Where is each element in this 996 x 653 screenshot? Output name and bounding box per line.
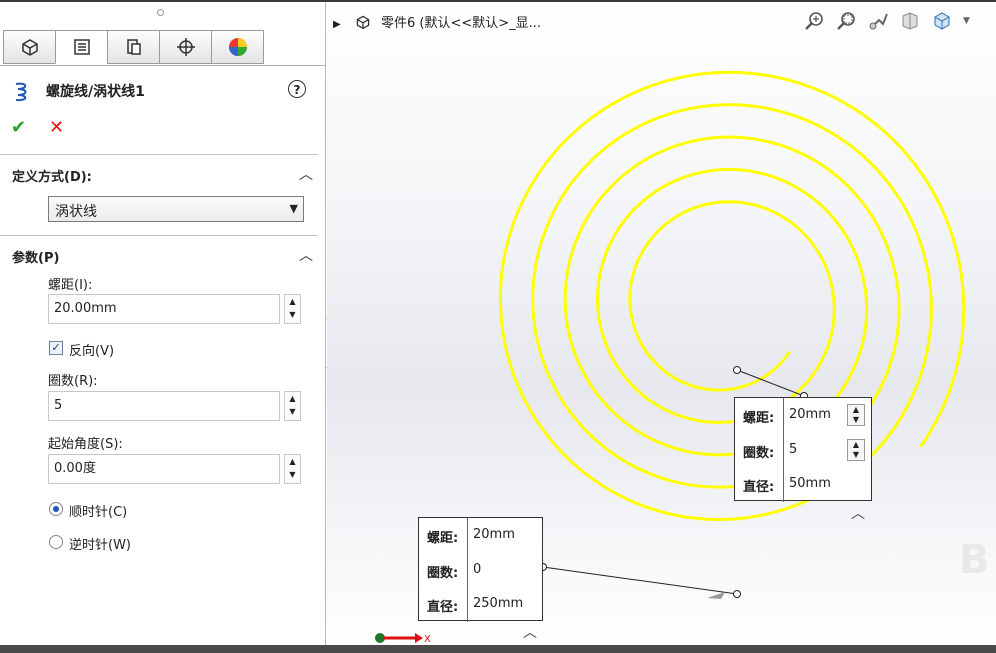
- outer-revs-value[interactable]: 0: [473, 562, 481, 577]
- callout-divider: [783, 398, 784, 502]
- triad-x-label: X: [424, 634, 431, 645]
- inner-callout-collapse-icon[interactable]: ︿: [851, 503, 865, 523]
- outer-revs-label: 圈数:: [427, 566, 459, 581]
- start-angle-input[interactable]: 0.00度: [48, 454, 280, 484]
- dropdown-arrow-icon: ▼: [289, 202, 298, 215]
- tab-property-manager[interactable]: [55, 30, 108, 64]
- definition-type-select[interactable]: 涡状线 ▼: [48, 196, 304, 222]
- outer-leader-line: [542, 566, 738, 595]
- feature-title-row: 螺旋线/涡状线1 ?: [12, 80, 312, 102]
- divider: [0, 154, 318, 155]
- property-manager-icon: [73, 39, 90, 55]
- inner-revs-value[interactable]: 5: [789, 442, 797, 457]
- part-icon: [21, 39, 38, 56]
- revolutions-spinner[interactable]: ▲ ▼: [284, 391, 301, 421]
- tab-configuration-manager[interactable]: [107, 30, 160, 64]
- collapse-parameters-icon[interactable]: ︿: [299, 245, 313, 265]
- graphics-viewport[interactable]: ▶ 零件6 (默认<<默认>_显... ▼ 螺距: 20mm ▲ ▼ 圈数: 5…: [327, 2, 996, 645]
- clockwise-radio[interactable]: [49, 502, 63, 516]
- reverse-checkbox[interactable]: ✓: [49, 341, 63, 355]
- reverse-label[interactable]: 反向(V): [69, 340, 114, 359]
- helix-icon: [15, 82, 27, 102]
- manager-tabs: [3, 30, 264, 66]
- pitch-spinner[interactable]: ▲ ▼: [284, 294, 301, 324]
- inner-pitch-label: 螺距:: [743, 411, 775, 426]
- outer-diameter-label: 直径:: [427, 600, 459, 615]
- inner-pitch-value[interactable]: 20mm: [789, 407, 831, 422]
- outer-callout-collapse-icon[interactable]: ︿: [523, 622, 537, 642]
- clockwise-label[interactable]: 顺时针(C): [69, 501, 127, 520]
- callout-divider: [467, 518, 468, 622]
- help-icon[interactable]: ?: [288, 80, 306, 98]
- watermark-logo: B: [959, 537, 990, 583]
- status-bar: [0, 645, 996, 653]
- tab-divider: [0, 65, 325, 66]
- outer-pitch-value[interactable]: 20mm: [473, 527, 515, 542]
- inner-diameter-value[interactable]: 50mm: [789, 476, 831, 491]
- revolutions-input[interactable]: 5: [48, 391, 280, 421]
- config-manager-icon: [126, 39, 141, 55]
- start-angle-spinner[interactable]: ▲ ▼: [284, 454, 301, 484]
- ok-button[interactable]: ✔: [11, 117, 26, 138]
- inner-pitch-spinner[interactable]: ▲ ▼: [847, 404, 865, 426]
- inner-revs-spinner[interactable]: ▲ ▼: [847, 439, 865, 461]
- feature-title: 螺旋线/涡状线1: [46, 84, 145, 100]
- spiral-curve[interactable]: [498, 70, 966, 522]
- revolutions-label: 圈数(R):: [48, 374, 98, 389]
- definition-type-value: 涡状线: [55, 204, 97, 220]
- panel-grip-icon[interactable]: [157, 9, 164, 16]
- divider: [0, 235, 318, 236]
- tab-dimxpert-manager[interactable]: [159, 30, 212, 64]
- counterclockwise-radio[interactable]: [49, 535, 63, 549]
- dimxpert-icon: [176, 38, 195, 56]
- outer-dimension-callout[interactable]: 螺距: 20mm 圈数: 0 直径: 250mm: [418, 517, 543, 622]
- counterclockwise-label[interactable]: 逆时针(W): [69, 534, 131, 553]
- tab-display-manager[interactable]: [211, 30, 264, 64]
- outer-pitch-label: 螺距:: [427, 531, 459, 546]
- definition-section-title[interactable]: 定义方式(D):: [12, 166, 92, 185]
- tab-feature-manager[interactable]: [3, 30, 56, 64]
- coordinate-triad: X: [375, 633, 431, 645]
- parameters-section-title[interactable]: 参数(P): [12, 247, 59, 266]
- pitch-label: 螺距(I):: [48, 278, 93, 293]
- pitch-input[interactable]: 20.00mm: [48, 294, 280, 324]
- property-manager-panel: 螺旋线/涡状线1 ? ✔ ✕ 定义方式(D): ︿ 涡状线 ▼ 参数(P) ︿ …: [0, 2, 326, 645]
- inner-revs-label: 圈数:: [743, 446, 775, 461]
- spiral-end-point-icon[interactable]: [733, 590, 741, 598]
- inner-diameter-label: 直径:: [743, 480, 775, 495]
- end-arrow-icon: [707, 592, 725, 599]
- cancel-button[interactable]: ✕: [49, 117, 64, 138]
- start-angle-label: 起始角度(S):: [48, 437, 123, 452]
- collapse-definition-icon[interactable]: ︿: [299, 164, 313, 184]
- display-manager-icon: [228, 38, 247, 56]
- outer-diameter-value[interactable]: 250mm: [473, 596, 523, 611]
- inner-dimension-callout[interactable]: 螺距: 20mm ▲ ▼ 圈数: 5 ▲ ▼ 直径: 50mm: [734, 397, 872, 502]
- inner-leader-start-icon[interactable]: [733, 366, 741, 374]
